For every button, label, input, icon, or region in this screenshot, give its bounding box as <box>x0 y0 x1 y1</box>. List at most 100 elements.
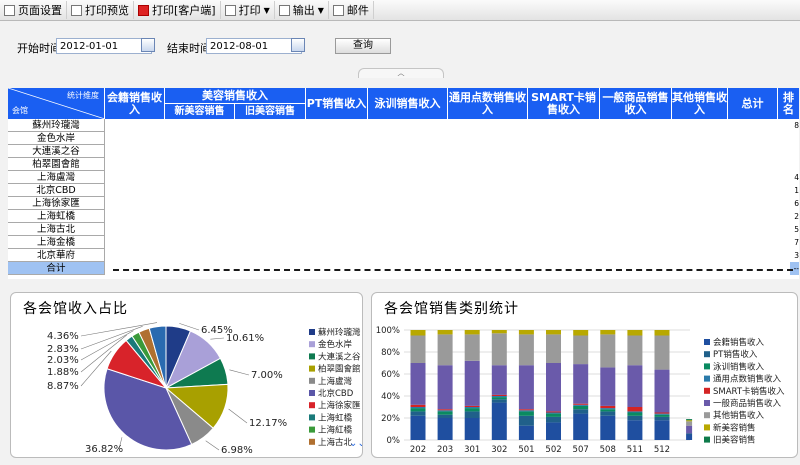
bar-segment[interactable] <box>491 394 507 396</box>
export-button[interactable]: 输出 ▼ <box>275 1 329 19</box>
bar-segment[interactable] <box>437 418 453 440</box>
bar-segment[interactable] <box>654 413 670 415</box>
bar-segment[interactable] <box>518 365 534 410</box>
bar-segment[interactable] <box>464 411 480 418</box>
bar-segment[interactable] <box>600 408 616 410</box>
bar-segment[interactable] <box>464 334 480 361</box>
bar-segment[interactable] <box>518 411 534 416</box>
bar-segment[interactable] <box>627 411 643 413</box>
bar-segment[interactable] <box>437 365 453 410</box>
bar-segment[interactable] <box>410 404 426 407</box>
bar-segment[interactable] <box>464 330 480 335</box>
table-row-name[interactable]: 上海徐家匯 <box>8 197 105 210</box>
bar-segment[interactable] <box>627 415 643 421</box>
bar-segment[interactable] <box>573 404 589 406</box>
bar-segment[interactable] <box>491 396 507 398</box>
bar-segment[interactable] <box>410 415 426 440</box>
bar-segment[interactable] <box>437 334 453 366</box>
table-row-name[interactable]: 上海金橋 <box>8 236 105 249</box>
table-row-name[interactable]: 北京CBD <box>8 184 105 197</box>
bar-segment[interactable] <box>627 335 643 366</box>
bar-segment[interactable] <box>600 334 616 368</box>
legend-scroll-down-icon[interactable]: ⌄⌄ <box>349 438 363 449</box>
bar-segment[interactable] <box>437 330 453 335</box>
bar-segment[interactable] <box>491 399 507 403</box>
bar-segment[interactable] <box>573 330 589 336</box>
bar-segment[interactable] <box>654 330 670 336</box>
print-preview-button[interactable]: 打印预览 <box>67 1 134 19</box>
email-button[interactable]: 邮件 <box>329 1 374 19</box>
bar-segment[interactable] <box>546 413 561 417</box>
bar-segment[interactable] <box>464 418 480 440</box>
bar-segment[interactable] <box>600 405 616 409</box>
calendar-icon[interactable] <box>141 38 155 52</box>
bar-segment[interactable] <box>627 365 643 407</box>
bar-segment[interactable] <box>546 422 561 440</box>
bar-segment[interactable] <box>573 403 589 405</box>
bar-segment[interactable] <box>600 330 616 335</box>
bar-segment[interactable] <box>410 407 426 409</box>
bar-segment[interactable] <box>410 408 426 412</box>
bar-segment[interactable] <box>437 409 453 411</box>
bar-segment[interactable] <box>410 411 426 416</box>
bar-segment[interactable] <box>546 330 561 335</box>
table-row-name[interactable]: 金色水岸 <box>8 132 105 145</box>
bar-segment[interactable] <box>686 421 693 426</box>
calendar-icon[interactable] <box>291 38 305 52</box>
bar-segment[interactable] <box>464 408 480 412</box>
bar-segment[interactable] <box>573 413 589 440</box>
bar-segment[interactable] <box>491 365 507 395</box>
bar-segment[interactable] <box>686 425 693 434</box>
table-row-name[interactable]: 上海盧灣 <box>8 171 105 184</box>
table-row-name[interactable]: 大連溪之谷 <box>8 145 105 158</box>
bar-segment[interactable] <box>600 411 616 416</box>
bar-segment[interactable] <box>573 405 589 410</box>
table-row-name[interactable]: 上海古北 <box>8 223 105 236</box>
table-row-name[interactable]: 蘇州玲瓏灣 <box>8 119 105 132</box>
table-row-name[interactable]: 柏翠園會館 <box>8 158 105 171</box>
bar-segment[interactable] <box>654 369 670 413</box>
bar-segment[interactable] <box>518 415 534 426</box>
bar-segment[interactable] <box>491 402 507 440</box>
bar-segment[interactable] <box>464 405 480 407</box>
bar-segment[interactable] <box>491 330 507 334</box>
bar-segment[interactable] <box>518 409 534 411</box>
bar-segment[interactable] <box>686 420 693 422</box>
bar-segment[interactable] <box>546 416 561 423</box>
bar-segment[interactable] <box>600 409 616 412</box>
bar-segment[interactable] <box>437 411 453 415</box>
bar-segment[interactable] <box>410 330 426 336</box>
bar-segment[interactable] <box>627 420 643 440</box>
bar-segment[interactable] <box>546 334 561 363</box>
table-row-name[interactable]: 北京華府 <box>8 249 105 262</box>
table-row-name[interactable]: 上海虹橋 <box>8 210 105 223</box>
bar-segment[interactable] <box>546 411 561 413</box>
print-client-button[interactable]: 打印[客户端] <box>134 1 221 19</box>
bar-segment[interactable] <box>518 425 534 440</box>
bar-segment[interactable] <box>654 416 670 421</box>
bar-segment[interactable] <box>627 330 643 336</box>
bar-segment[interactable] <box>600 415 616 440</box>
page-setup-button[interactable]: 页面设置 <box>0 1 67 19</box>
bar-segment[interactable] <box>491 397 507 400</box>
bar-segment[interactable] <box>654 420 670 440</box>
bar-segment[interactable] <box>627 407 643 412</box>
bar-segment[interactable] <box>518 330 534 335</box>
bar-segment[interactable] <box>410 335 426 364</box>
bar-segment[interactable] <box>686 434 693 441</box>
bar-segment[interactable] <box>491 333 507 366</box>
bar-segment[interactable] <box>573 364 589 404</box>
collapse-toggle[interactable]: ︿ <box>358 68 444 78</box>
bar-segment[interactable] <box>518 334 534 366</box>
bar-segment[interactable] <box>518 410 534 412</box>
bar-segment[interactable] <box>546 412 561 414</box>
bar-segment[interactable] <box>654 412 670 414</box>
bar-segment[interactable] <box>464 407 480 409</box>
bar-segment[interactable] <box>600 367 616 406</box>
bar-segment[interactable] <box>546 363 561 412</box>
bar-segment[interactable] <box>686 433 693 435</box>
bar-segment[interactable] <box>573 335 589 365</box>
bar-segment[interactable] <box>437 410 453 412</box>
bar-segment[interactable] <box>437 414 453 418</box>
start-date-input[interactable]: 2012-01-01 <box>56 38 152 54</box>
